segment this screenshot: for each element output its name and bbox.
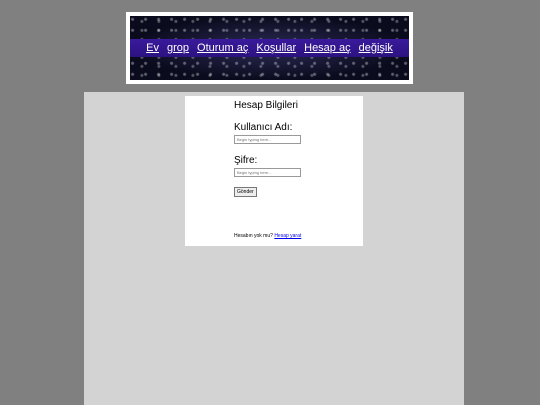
no-account-text: Hesabın yok mu? xyxy=(234,233,273,239)
password-label: Şifre: xyxy=(234,155,258,166)
nav-link-register[interactable]: Hesap aç xyxy=(304,42,350,54)
starfield-background: Ev grop Oturum aç Koşullar Hesap aç deği… xyxy=(130,16,409,80)
username-label: Kullanıcı Adı: xyxy=(234,122,293,133)
nav-link-misc[interactable]: değişik xyxy=(359,42,393,54)
create-account-link[interactable]: Hesap yarat xyxy=(274,233,301,239)
nav-link-group[interactable]: grop xyxy=(167,42,189,54)
submit-button[interactable]: Gönder xyxy=(234,187,257,197)
login-card: Hesap Bilgileri Kullanıcı Adı: Şifre: Gö… xyxy=(185,96,363,246)
nav-link-login[interactable]: Oturum aç xyxy=(197,42,248,54)
nav-link-home[interactable]: Ev xyxy=(146,42,159,54)
nav-link-terms[interactable]: Koşullar xyxy=(256,42,296,54)
username-input[interactable] xyxy=(234,135,301,144)
signup-row: Hesabın yok mu? Hesap yarat xyxy=(234,233,301,239)
login-title: Hesap Bilgileri xyxy=(234,100,298,111)
header-banner: Ev grop Oturum aç Koşullar Hesap aç deği… xyxy=(126,12,413,84)
main-nav: Ev grop Oturum aç Koşullar Hesap aç deği… xyxy=(130,39,409,57)
password-input[interactable] xyxy=(234,168,301,177)
